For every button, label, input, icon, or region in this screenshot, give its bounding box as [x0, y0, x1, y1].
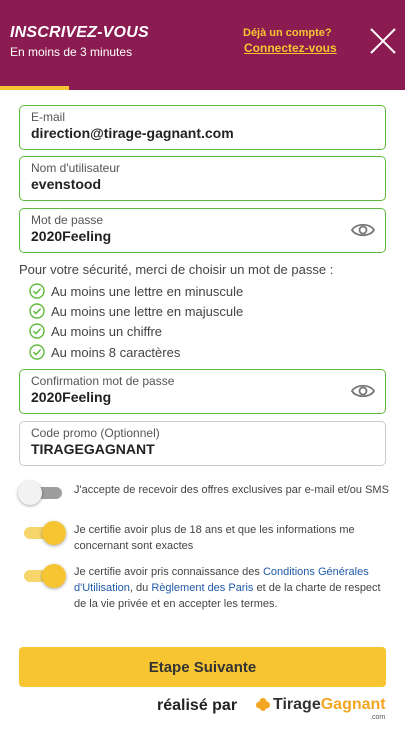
password-confirm-input[interactable] [31, 389, 341, 405]
password-field[interactable]: Mot de passe [19, 208, 386, 253]
email-field[interactable]: E-mail [19, 105, 386, 150]
rule-digit: Au moins un chiffre [29, 323, 162, 339]
offers-toggle[interactable] [18, 481, 64, 505]
logo-text-tirage: Tirage [273, 696, 321, 713]
tiragegagnant-logo: Tirage Gagnant [255, 696, 386, 714]
page-title: INSCRIVEZ-VOUS [10, 24, 149, 41]
email-label: E-mail [31, 110, 66, 124]
terms-toggle[interactable] [18, 564, 66, 588]
toggle-knob [18, 481, 42, 505]
username-field[interactable]: Nom d'utilisateur [19, 156, 386, 201]
progress-fill [0, 86, 69, 90]
header-bar: INSCRIVEZ-VOUS En moins de 3 minutes Déj… [0, 0, 405, 90]
rule-length: Au moins 8 caractères [29, 344, 180, 360]
password-confirm-label: Confirmation mot de passe [31, 374, 175, 388]
made-by-text: réalisé par [157, 697, 238, 714]
terms-text-part: Je certifie avoir pris connaissance des [74, 566, 263, 578]
password-confirm-field[interactable]: Confirmation mot de passe [19, 369, 386, 414]
rule-uppercase: Au moins une lettre en majuscule [29, 303, 243, 319]
clover-icon [256, 698, 270, 711]
promo-code-field[interactable]: Code promo (Optionnel) [19, 421, 386, 466]
username-label: Nom d'utilisateur [31, 161, 120, 175]
terms-text-part: , du [129, 582, 152, 594]
check-circle-icon [29, 344, 45, 360]
have-account-text: Déjà un compte? [243, 27, 332, 39]
eye-icon[interactable] [351, 220, 375, 240]
username-input[interactable] [31, 176, 341, 192]
progress-bar [0, 86, 405, 90]
next-step-button[interactable]: Etape Suivante [19, 647, 386, 687]
terms-consent-text: Je certifie avoir pris connaissance des … [74, 564, 390, 612]
password-rules-intro: Pour votre sécurité, merci de choisir un… [19, 262, 334, 277]
email-input[interactable] [31, 125, 341, 141]
logo-text-gagnant: Gagnant [320, 696, 386, 713]
age-toggle[interactable] [18, 521, 66, 545]
check-circle-icon [29, 303, 45, 319]
rule-label: Au moins 8 caractères [51, 344, 181, 360]
check-circle-icon [29, 323, 45, 339]
promo-code-label: Code promo (Optionnel) [31, 426, 160, 440]
logo-suffix: .com [370, 714, 386, 721]
password-label: Mot de passe [31, 213, 104, 227]
rule-label: Au moins une lettre en majuscule [51, 303, 244, 319]
check-circle-icon [29, 283, 45, 299]
rule-label: Au moins une lettre en minuscule [51, 283, 244, 299]
eye-icon[interactable] [351, 381, 375, 401]
page-subtitle: En moins de 3 minutes [10, 45, 133, 59]
rule-lowercase: Au moins une lettre en minuscule [29, 283, 243, 299]
toggle-knob [42, 564, 66, 588]
offers-consent-text: J'accepte de recevoir des offres exclusi… [74, 484, 389, 496]
rule-label: Au moins un chiffre [51, 323, 163, 339]
toggle-knob [42, 521, 66, 545]
close-icon[interactable] [368, 26, 398, 56]
password-input[interactable] [31, 228, 341, 244]
login-link[interactable]: Connectez-vous [244, 41, 337, 55]
promo-code-input[interactable] [31, 441, 341, 457]
age-consent-text: Je certifie avoir plus de 18 ans et que … [74, 524, 355, 552]
betting-rules-link[interactable]: Règlement des Paris [151, 582, 253, 594]
